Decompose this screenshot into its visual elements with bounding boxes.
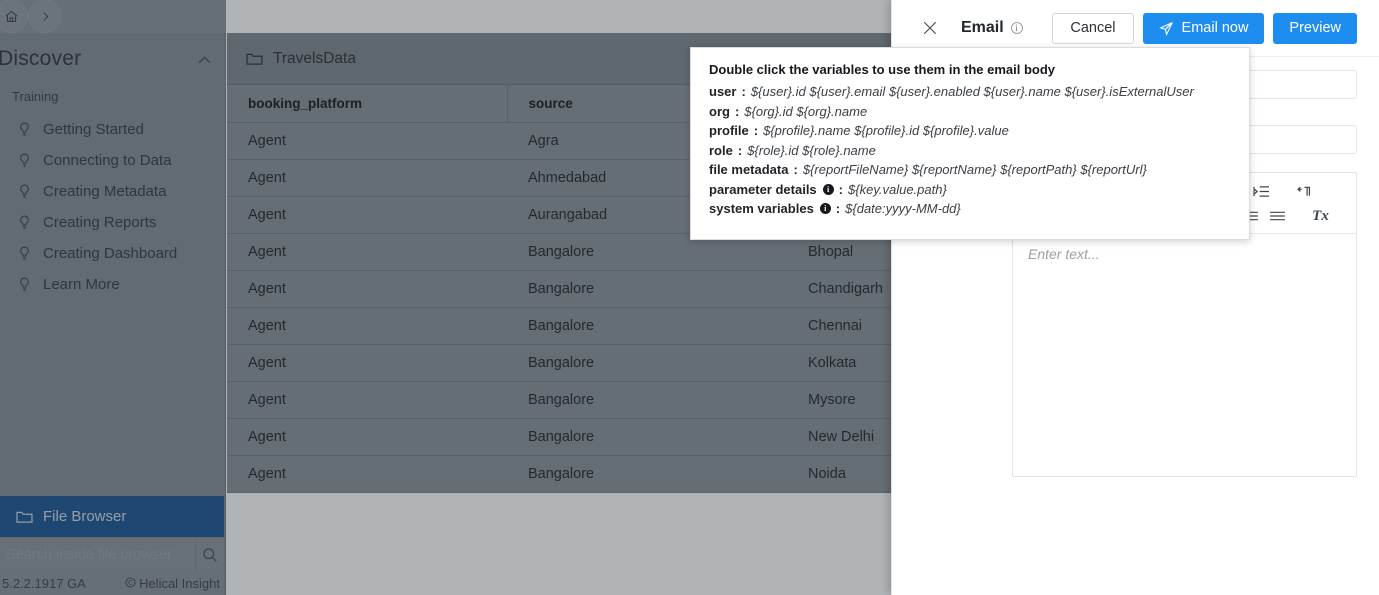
cancel-button[interactable]: Cancel	[1052, 12, 1134, 44]
tooltip-row: profile : ${profile}.name ${profile}.id …	[709, 123, 1231, 138]
variable-group-name: parameter details	[709, 181, 817, 197]
tooltip-row: system variables i : ${date:yyyy-MM-dd}	[709, 201, 1231, 216]
separator: :	[838, 181, 844, 197]
email-now-button[interactable]: Email now	[1142, 12, 1265, 44]
variable-group-name: profile	[709, 123, 749, 138]
variable-group-name: role	[709, 142, 733, 158]
preview-button[interactable]: Preview	[1273, 12, 1357, 44]
send-icon	[1158, 21, 1174, 36]
tooltip-row: parameter details i : ${key.value.path}	[709, 182, 1231, 197]
variable-list[interactable]: ${key.value.path}	[848, 182, 947, 197]
variable-group-name: file metadata	[709, 162, 789, 177]
tooltip-heading: Double click the variables to use them i…	[709, 62, 1056, 77]
indent-icon[interactable]	[1248, 180, 1275, 202]
close-icon[interactable]	[920, 18, 940, 38]
variable-group-name: org	[709, 103, 730, 119]
email-now-label: Email now	[1181, 20, 1249, 36]
align-justify-icon[interactable]	[1264, 205, 1291, 227]
editor-content-area[interactable]: Enter text...	[1013, 234, 1356, 476]
info-icon[interactable]: i	[819, 203, 831, 214]
variable-group-name: user	[709, 84, 737, 99]
tooltip-row: role : ${role}.id ${role}.name	[709, 143, 1231, 158]
variable-list[interactable]: ${profile}.name ${profile}.id ${profile}…	[763, 123, 1009, 138]
tooltip-row: file metadata : ${reportFileName} ${repo…	[709, 162, 1231, 177]
info-icon[interactable]: i	[1010, 22, 1023, 34]
editor-placeholder: Enter text...	[1028, 246, 1100, 262]
tooltip-row: org : ${org}.id ${org}.name	[709, 104, 1231, 119]
separator: :	[793, 162, 798, 177]
info-icon[interactable]: i	[822, 183, 834, 195]
page-title: Email i	[961, 19, 1023, 37]
text-direction-icon[interactable]	[1291, 180, 1318, 202]
email-panel-actions: Cancel Email now Preview	[1052, 12, 1357, 44]
separator: :	[753, 123, 759, 138]
clear-format-icon[interactable]: Tx	[1307, 205, 1334, 227]
variable-list[interactable]: ${role}.id ${role}.name	[747, 143, 876, 158]
panel-title-text: Email	[961, 19, 1004, 36]
variable-list[interactable]: ${org}.id ${org}.name	[744, 104, 867, 119]
variable-list[interactable]: ${date:yyyy-MM-dd}	[845, 201, 961, 216]
variable-list[interactable]: ${user}.id ${user}.email ${user}.enabled…	[751, 84, 1194, 99]
separator: :	[737, 142, 743, 158]
separator: :	[734, 103, 740, 119]
separator: :	[835, 201, 841, 216]
variable-list[interactable]: ${reportFileName} ${reportName} ${report…	[803, 162, 1147, 177]
variable-group-name: system variables	[709, 201, 814, 216]
separator: :	[741, 84, 746, 99]
tooltip-row: user : ${user}.id ${user}.email ${user}.…	[709, 84, 1231, 99]
variables-tooltip: Double click the variables to use them i…	[690, 47, 1250, 240]
